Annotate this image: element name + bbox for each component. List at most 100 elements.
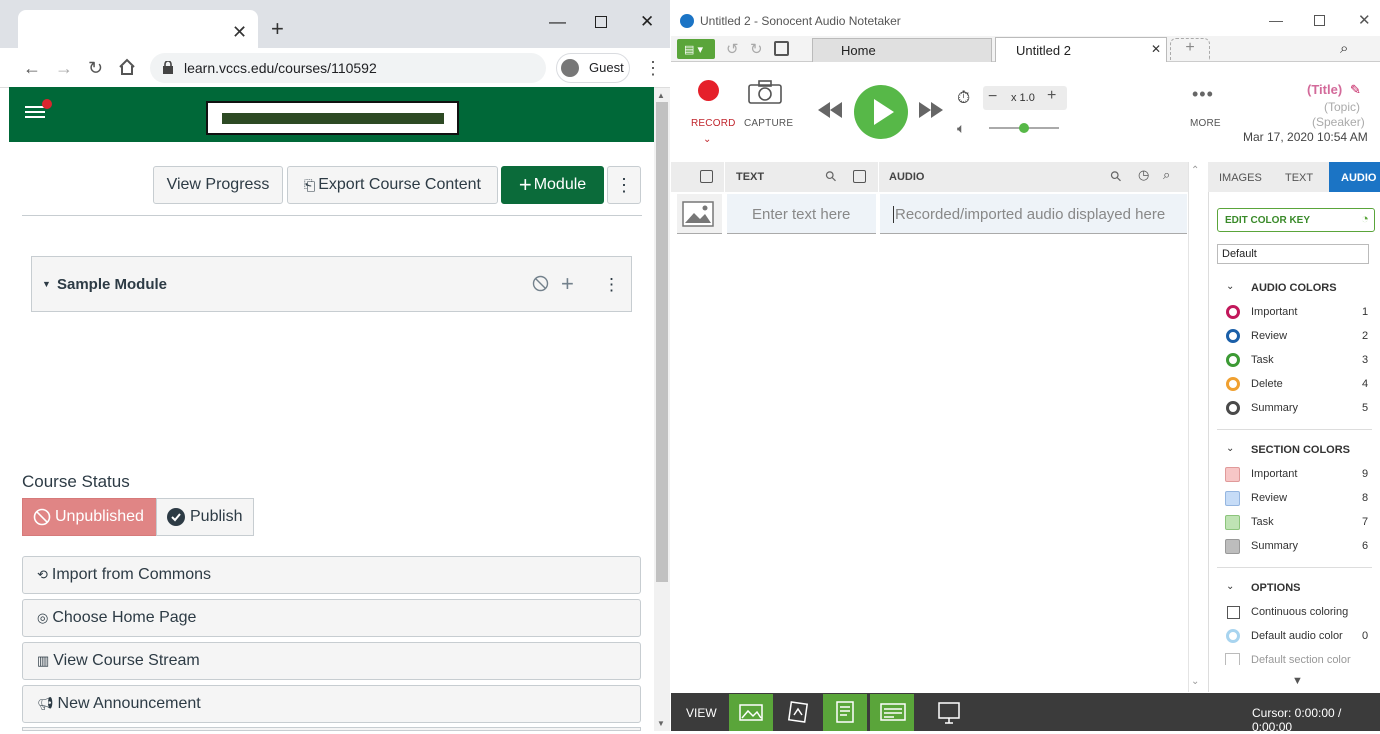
continuous-coloring-checkbox[interactable]: [1227, 606, 1240, 619]
camera-icon[interactable]: [748, 80, 782, 104]
capture-label[interactable]: CAPTURE: [744, 118, 793, 129]
view-progress-button[interactable]: View Progress: [153, 166, 283, 204]
audio-color-label[interactable]: Summary: [1251, 402, 1298, 414]
sections-scrollbar[interactable]: [1188, 162, 1202, 692]
more-label[interactable]: MORE: [1190, 118, 1221, 129]
volume-icon[interactable]: 🔈︎: [957, 120, 965, 137]
section-color-label[interactable]: Review: [1251, 492, 1287, 504]
view-course-stream-button[interactable]: ▥ View Course Stream: [22, 642, 641, 680]
audio-color-review[interactable]: [1226, 329, 1240, 343]
forward-icon[interactable]: →: [55, 58, 73, 79]
default-audio-color-icon[interactable]: [1226, 629, 1240, 643]
audio-color-task[interactable]: [1226, 353, 1240, 367]
new-document-tab-icon[interactable]: +: [1170, 38, 1210, 60]
audio-colors-header[interactable]: AUDIO COLORS: [1251, 282, 1337, 294]
options-header[interactable]: OPTIONS: [1251, 582, 1301, 594]
unpublished-icon[interactable]: [532, 275, 549, 292]
sono-minimize-icon[interactable]: —: [1269, 12, 1283, 28]
section-color-summary[interactable]: [1225, 539, 1240, 554]
new-announcement-button[interactable]: 📢︎ New Announcement: [22, 685, 641, 723]
scroll-up-icon[interactable]: ⌃: [1191, 165, 1199, 176]
fast-forward-icon[interactable]: [918, 101, 944, 119]
tab-home[interactable]: Home: [812, 38, 992, 62]
record-label[interactable]: RECORD: [691, 118, 736, 129]
browser-menu-icon[interactable]: ⋮: [644, 58, 662, 79]
new-tab-button[interactable]: +: [271, 18, 284, 40]
tab-untitled-2[interactable]: Untitled 2: [995, 37, 1167, 63]
close-window-icon[interactable]: ✕: [640, 12, 654, 32]
publish-button[interactable]: Publish: [156, 498, 254, 536]
scroll-down-icon[interactable]: ⌄: [1191, 676, 1199, 687]
audio-color-delete[interactable]: [1226, 377, 1240, 391]
back-icon[interactable]: ←: [23, 58, 41, 79]
recording-topic[interactable]: (Topic): [1324, 100, 1360, 114]
option-label[interactable]: Default audio color: [1251, 630, 1343, 642]
sono-close-icon[interactable]: ✕: [1358, 11, 1371, 29]
next-action-button[interactable]: [22, 727, 641, 731]
text-placeholder[interactable]: Enter text here: [752, 206, 850, 223]
edit-color-key-button[interactable]: EDIT COLOR KEY: [1217, 208, 1375, 232]
speed-down-icon[interactable]: −: [988, 88, 997, 106]
add-item-icon[interactable]: +: [561, 271, 574, 297]
audio-placeholder[interactable]: Recorded/imported audio displayed here: [895, 206, 1165, 223]
section-color-label[interactable]: Task: [1251, 516, 1274, 528]
edit-pencil-icon[interactable]: ✎: [1350, 82, 1361, 98]
import-from-commons-button[interactable]: ⟲ Import from Commons: [22, 556, 641, 594]
collapse-section-colors-icon[interactable]: ⌄: [1226, 443, 1234, 454]
option-label[interactable]: Default section color: [1251, 654, 1351, 666]
tab-close-icon[interactable]: ✕: [232, 22, 247, 43]
maximize-icon[interactable]: [595, 16, 607, 28]
collapse-audio-colors-icon[interactable]: ⌄: [1226, 281, 1234, 292]
scroll-up-icon[interactable]: ▲: [657, 91, 665, 100]
more-options-button[interactable]: ⋮: [607, 166, 641, 204]
collapse-caret-icon[interactable]: ▼: [42, 279, 51, 289]
image-column-toggle-icon[interactable]: [700, 170, 713, 183]
tab-text[interactable]: TEXT: [1285, 172, 1313, 184]
section-color-review[interactable]: [1225, 491, 1240, 506]
audio-color-label[interactable]: Review: [1251, 330, 1287, 342]
save-icon[interactable]: [774, 41, 789, 56]
export-course-content-button[interactable]: ⎗ Export Course Content: [287, 166, 498, 204]
option-label[interactable]: Continuous coloring: [1251, 606, 1348, 618]
section-color-important[interactable]: [1225, 467, 1240, 482]
choose-home-page-button[interactable]: ◎ Choose Home Page: [22, 599, 641, 637]
audio-color-summary[interactable]: [1226, 401, 1240, 415]
scrollbar-thumb[interactable]: [656, 102, 668, 582]
redo-icon[interactable]: ↻: [750, 40, 763, 58]
module-menu-icon[interactable]: ⋮: [603, 275, 620, 295]
section-colors-header[interactable]: SECTION COLORS: [1251, 444, 1350, 456]
tab-images[interactable]: IMAGES: [1219, 172, 1262, 184]
volume-slider-handle[interactable]: [1019, 123, 1029, 133]
module-title[interactable]: Sample Module: [57, 276, 167, 293]
reload-icon[interactable]: ↻: [88, 58, 103, 79]
browser-tab[interactable]: [18, 10, 258, 48]
scroll-down-icon[interactable]: ▼: [657, 719, 665, 728]
zoom-icon[interactable]: ⌕: [1340, 40, 1348, 57]
speed-up-icon[interactable]: +: [1047, 87, 1056, 105]
scroll-more-icon[interactable]: ▼: [1292, 675, 1303, 687]
timer-icon[interactable]: ⏱︎: [957, 88, 970, 108]
rewind-icon[interactable]: [817, 101, 843, 119]
add-module-button[interactable]: + Module: [501, 166, 604, 204]
audio-color-important[interactable]: [1226, 305, 1240, 319]
audio-color-label[interactable]: Important: [1251, 306, 1297, 318]
collapse-options-icon[interactable]: ⌄: [1226, 581, 1234, 592]
sono-maximize-icon[interactable]: [1314, 15, 1325, 26]
unpublished-button[interactable]: Unpublished: [22, 498, 157, 536]
more-icon[interactable]: •••: [1192, 84, 1214, 105]
undo-icon[interactable]: ↺: [726, 40, 739, 58]
audio-color-label[interactable]: Task: [1251, 354, 1274, 366]
record-dropdown-icon[interactable]: ⌄: [703, 134, 711, 145]
default-section-color-icon[interactable]: [1225, 653, 1240, 665]
minimize-icon[interactable]: —: [549, 12, 566, 32]
section-color-label[interactable]: Summary: [1251, 540, 1298, 552]
audio-zoom-icon[interactable]: ⌕: [1163, 167, 1170, 183]
recording-title[interactable]: (Title): [1307, 82, 1342, 97]
recording-speaker[interactable]: (Speaker): [1312, 115, 1365, 129]
color-scheme-select[interactable]: Default: [1217, 244, 1369, 264]
tab-close-icon[interactable]: ✕: [1151, 42, 1161, 56]
tab-audio[interactable]: AUDIO: [1329, 162, 1380, 192]
home-icon[interactable]: [118, 58, 136, 76]
clock-icon[interactable]: ◷: [1138, 167, 1149, 183]
record-icon[interactable]: [698, 80, 719, 101]
